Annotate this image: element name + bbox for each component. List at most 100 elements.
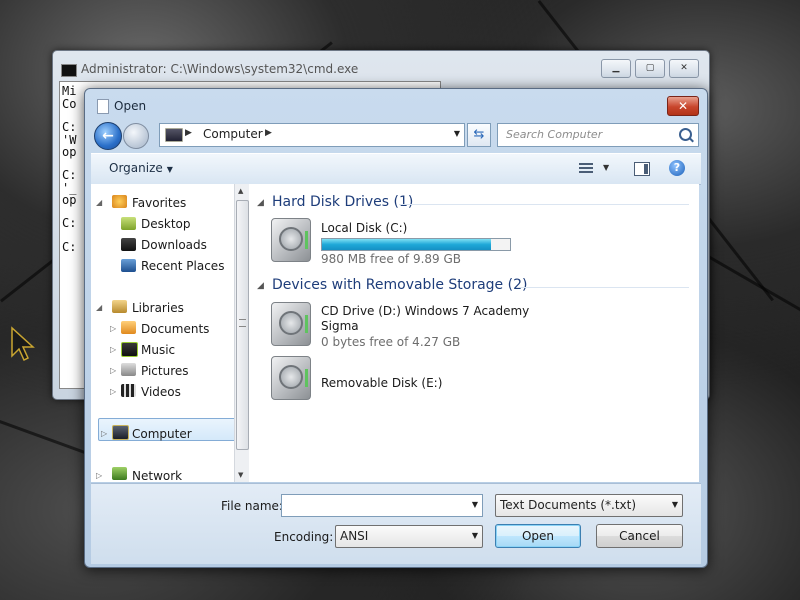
console-line: Co [62, 97, 77, 111]
organize-button[interactable]: Organize ▼ [109, 161, 173, 175]
file-name-input[interactable]: ▼ [281, 494, 483, 517]
encoding-label: Encoding: [274, 530, 334, 544]
removable-disk-icon[interactable] [271, 356, 311, 400]
videos-icon [121, 384, 136, 397]
collapsed-arrow-icon[interactable]: ▷ [110, 324, 116, 333]
file-type-select[interactable]: Text Documents (*.txt) ▼ [495, 494, 683, 517]
maximize-button[interactable]: ▢ [635, 59, 665, 78]
console-line: op [62, 145, 77, 159]
address-bar[interactable]: ▶ Computer ▶ ▼ [159, 123, 465, 147]
drive-name-d-line1[interactable]: CD Drive (D:) Windows 7 Academy [321, 304, 529, 318]
drive-name-d-line2[interactable]: Sigma [321, 319, 359, 333]
chevron-down-icon[interactable]: ▼ [454, 129, 460, 138]
libraries-icon [112, 300, 127, 313]
collapsed-arrow-icon[interactable]: ▷ [96, 471, 102, 480]
collapsed-arrow-icon[interactable]: ▷ [110, 366, 116, 375]
tree-pictures[interactable]: Pictures [141, 364, 189, 378]
preview-pane-icon[interactable] [634, 162, 650, 176]
cmd-icon [61, 64, 77, 77]
breadcrumb-computer[interactable]: Computer [203, 127, 263, 141]
tree-computer[interactable]: Computer [132, 427, 192, 441]
document-icon [97, 99, 109, 114]
console-line: C: [62, 216, 77, 230]
drive-usage-fill [322, 239, 492, 250]
cd-drive-icon[interactable] [271, 302, 311, 346]
tree-music[interactable]: Music [141, 343, 175, 357]
desktop-icon [121, 217, 136, 230]
scroll-down-icon[interactable]: ▼ [238, 471, 243, 479]
content-pane[interactable]: ◢ Hard Disk Drives (1) Local Disk (C:) 9… [249, 184, 699, 482]
expanded-arrow-icon[interactable]: ◢ [96, 198, 102, 207]
views-icon[interactable] [579, 163, 593, 175]
hard-drive-icon[interactable] [271, 218, 311, 262]
console-line: Mi [62, 84, 77, 98]
tree-favorites[interactable]: Favorites [132, 196, 186, 210]
search-box[interactable] [497, 123, 699, 147]
collapsed-arrow-icon[interactable]: ▷ [110, 387, 116, 396]
breadcrumb-chevron-icon[interactable]: ▶ [265, 128, 272, 138]
toolbar: Organize ▼ ▼ ? [91, 153, 701, 185]
group-collapse-icon[interactable]: ◢ [257, 198, 264, 208]
encoding-value: ANSI [340, 529, 369, 543]
close-button[interactable]: ✕ [669, 59, 699, 78]
minimize-button[interactable]: ▁ [601, 59, 631, 78]
pictures-icon [121, 363, 136, 376]
open-dialog[interactable]: Open ✕ ← ▶ Computer ▶ ▼ ⇆ Organize▼ ▼ ? … [84, 88, 708, 568]
forward-arrow-icon[interactable] [123, 123, 149, 149]
scroll-up-icon[interactable]: ▲ [238, 187, 243, 195]
group-header-hard-disks[interactable]: Hard Disk Drives (1) [272, 194, 413, 210]
chevron-down-icon[interactable]: ▼ [672, 500, 678, 509]
group-divider [399, 204, 689, 205]
computer-icon [165, 128, 183, 142]
file-options-area: File name: ▼ Text Documents (*.txt) ▼ En… [91, 483, 701, 564]
cancel-button[interactable]: Cancel [596, 524, 683, 548]
navigation-pane[interactable]: ◢ Favorites Desktop Downloads Recent Pla… [91, 184, 238, 483]
group-divider [519, 287, 689, 288]
chevron-down-icon[interactable]: ▼ [603, 163, 609, 172]
console-line: op [62, 193, 77, 207]
tree-documents[interactable]: Documents [141, 322, 209, 336]
collapsed-arrow-icon[interactable]: ▷ [101, 429, 107, 438]
music-icon [121, 342, 138, 357]
search-icon[interactable] [679, 128, 692, 141]
console-line: C: [62, 120, 77, 134]
tree-desktop[interactable]: Desktop [141, 217, 191, 231]
drive-free-c: 980 MB free of 9.89 GB [321, 252, 462, 266]
refresh-button[interactable]: ⇆ [467, 123, 491, 147]
chevron-down-icon[interactable]: ▼ [472, 500, 478, 509]
search-input[interactable] [504, 127, 678, 142]
tree-libraries[interactable]: Libraries [132, 301, 184, 315]
organize-label: Organize [109, 161, 163, 175]
nav-scrollbar[interactable]: ▲ ▼ [234, 184, 249, 482]
tree-downloads[interactable]: Downloads [141, 238, 207, 252]
back-arrow-icon[interactable]: ← [94, 122, 122, 150]
scroll-thumb[interactable] [236, 200, 249, 450]
documents-icon [121, 321, 136, 334]
breadcrumb-chevron-icon[interactable]: ▶ [185, 128, 192, 138]
tree-network[interactable]: Network [132, 469, 182, 483]
tree-recent-places[interactable]: Recent Places [141, 259, 224, 273]
close-button[interactable]: ✕ [667, 96, 699, 116]
cmd-window-title: Administrator: C:\Windows\system32\cmd.e… [81, 62, 359, 76]
drive-name-e[interactable]: Removable Disk (E:) [321, 376, 442, 390]
chevron-down-icon[interactable]: ▼ [472, 531, 478, 540]
encoding-select[interactable]: ANSI ▼ [335, 525, 483, 548]
recent-places-icon [121, 259, 136, 272]
group-collapse-icon[interactable]: ◢ [257, 281, 264, 291]
collapsed-arrow-icon[interactable]: ▷ [110, 345, 116, 354]
downloads-icon [121, 238, 136, 251]
help-icon[interactable]: ? [669, 160, 685, 176]
group-header-removable[interactable]: Devices with Removable Storage (2) [272, 277, 527, 293]
expanded-arrow-icon[interactable]: ◢ [96, 303, 102, 312]
console-line: C: [62, 168, 77, 182]
file-type-value: Text Documents (*.txt) [500, 498, 637, 512]
drive-usage-bar [321, 238, 511, 251]
star-icon [112, 195, 127, 208]
computer-icon [112, 425, 129, 440]
open-button[interactable]: Open [495, 524, 581, 548]
drive-name-c[interactable]: Local Disk (C:) [321, 221, 407, 235]
drive-free-d: 0 bytes free of 4.27 GB [321, 335, 461, 349]
network-icon [112, 467, 127, 480]
tree-videos[interactable]: Videos [141, 385, 181, 399]
cursor-arrow-icon [11, 326, 35, 362]
